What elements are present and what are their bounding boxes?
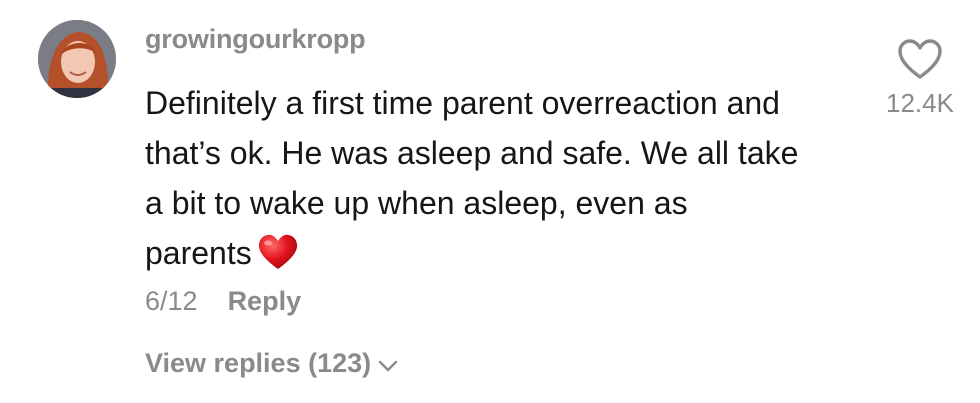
comment-text-line: that’s ok. He was asleep and safe. We al…	[145, 135, 799, 171]
view-replies-label: View replies (123)	[145, 348, 372, 378]
avatar-image	[38, 20, 116, 98]
view-replies-button[interactable]: View replies (123)	[145, 348, 399, 379]
chevron-down-icon	[378, 360, 398, 371]
comment-text-line: parents	[145, 235, 252, 271]
avatar[interactable]	[38, 20, 116, 98]
comment-date: 6/12	[145, 286, 198, 316]
comment-text-line: Definitely a first time parent overreact…	[145, 85, 780, 121]
username[interactable]: growingourkropp	[145, 24, 366, 55]
comment-text-line: a bit to wake up when asleep, even as	[145, 185, 688, 221]
reply-button[interactable]: Reply	[228, 286, 302, 317]
comment-meta: 6/12 Reply	[145, 286, 301, 317]
heart-outline-icon[interactable]	[897, 38, 943, 80]
comment-text-line-last: parents	[145, 228, 865, 278]
comment-text: Definitely a first time parent overreact…	[145, 78, 865, 278]
like-count: 12.4K	[886, 88, 954, 118]
red-heart-emoji-icon	[258, 234, 297, 269]
comment-item: growingourkropp Definitely a first time …	[0, 0, 980, 403]
like-control: 12.4K	[880, 38, 960, 119]
